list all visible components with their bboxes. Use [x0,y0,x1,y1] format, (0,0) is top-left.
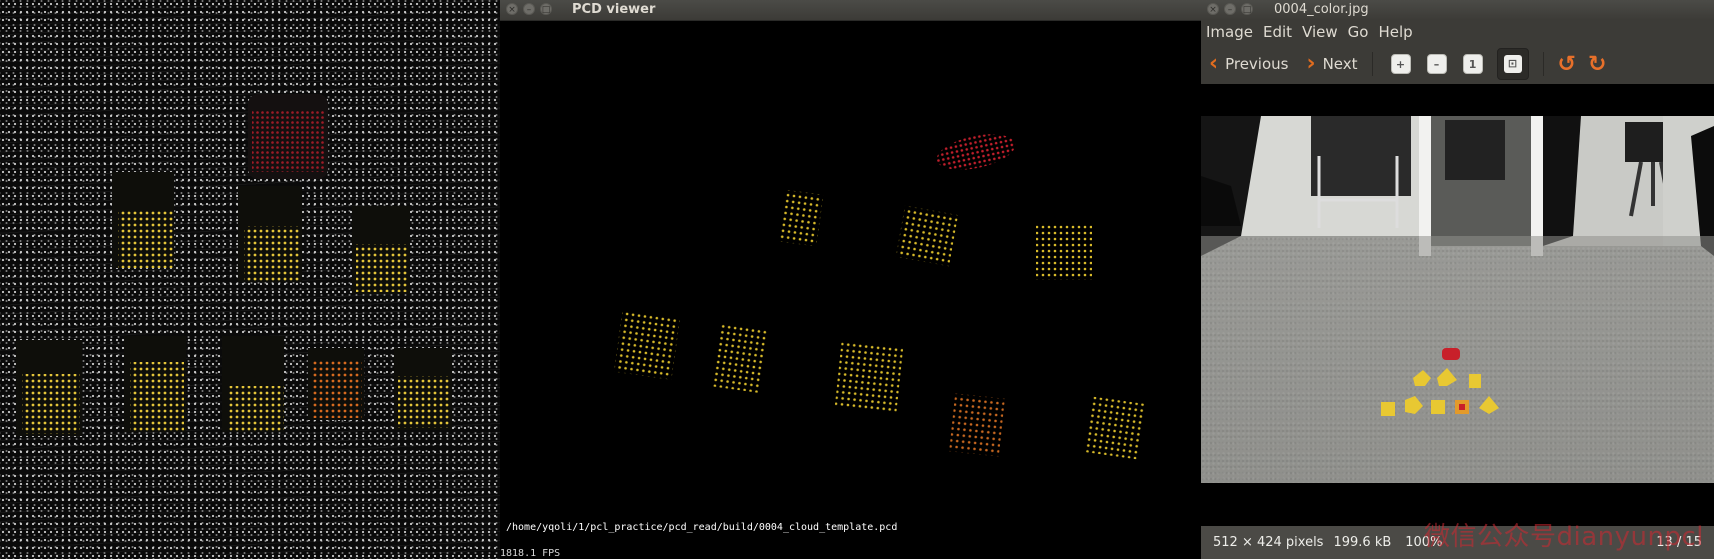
yellow-cluster [1036,224,1092,280]
chevron-left-icon: ‹ [1209,51,1219,76]
image-display-area[interactable] [1201,84,1714,526]
yellow-cluster [1084,396,1146,460]
close-icon[interactable]: × [506,3,518,15]
image-viewer-window: × – □ 0004_color.jpg Image Edit View Go … [1201,0,1714,559]
rotate-left-icon[interactable]: ↺ [1558,52,1576,77]
chevron-right-icon: › [1306,51,1316,76]
left-point-cloud-view[interactable] [0,0,500,559]
next-button[interactable]: › Next [1306,51,1358,76]
pcd-viewer-titlebar: × – □ PCD viewer [500,0,1201,21]
displayed-photo [1201,116,1714,483]
pcd-segmented-clusters [613,134,1146,460]
close-icon[interactable]: × [1207,3,1219,15]
menu-bar: Image Edit View Go Help [1201,20,1714,44]
yellow-object [1431,400,1445,414]
zoom-in-icon[interactable]: + [1390,54,1411,74]
pcd-viewer-title: PCD viewer [572,2,656,17]
red-object [1442,348,1460,360]
pcd-file-path: /home/yqoli/1/pcl_practice/pcd_read/buil… [506,522,898,533]
image-viewer-title: 0004_color.jpg [1274,2,1369,17]
menu-image[interactable]: Image [1201,23,1258,41]
image-viewer-titlebar: × – □ 0004_color.jpg [1201,0,1714,21]
previous-button[interactable]: ‹ Previous [1209,51,1289,76]
yellow-cluster [778,189,824,247]
watermark: 微信公众号dianyunpcl [1423,522,1704,552]
photo-scene [1201,116,1714,483]
previous-label: Previous [1225,55,1289,73]
best-fit-glyph: ⊡ [1503,55,1522,73]
minimize-icon[interactable]: – [523,3,535,15]
image-dimensions: 512 × 424 pixels [1213,535,1324,550]
yellow-cluster [711,322,769,394]
rotate-right-icon[interactable]: ↻ [1588,52,1606,77]
red-cluster [936,134,1016,170]
normal-size-icon[interactable]: 1 [1462,54,1483,74]
zoom-out-icon[interactable]: – [1426,54,1447,74]
yellow-object [1469,374,1481,388]
toolbar-separator [1371,52,1373,76]
minimize-icon[interactable]: – [1224,3,1236,15]
next-label: Next [1322,55,1358,73]
fps-counter: 1818.1 FPS [500,548,561,559]
orange-cluster [949,393,1005,457]
yellow-cluster [834,340,904,414]
menu-go[interactable]: Go [1343,23,1374,41]
maximize-icon[interactable]: □ [1241,3,1253,15]
best-fit-icon[interactable]: ⊡ [1496,48,1529,80]
left-cloud-objects [16,94,452,436]
yellow-cluster [613,310,681,380]
yellow-cluster [895,205,959,267]
menu-view[interactable]: View [1297,23,1343,41]
pcd-render-canvas[interactable] [500,20,1201,559]
menu-edit[interactable]: Edit [1258,23,1297,41]
yellow-object [1381,402,1395,416]
menu-help[interactable]: Help [1373,23,1417,41]
toolbar-separator [1542,52,1544,76]
maximize-icon[interactable]: □ [540,3,552,15]
toolbar: ‹ Previous › Next + – 1 ⊡ ↺ ↻ [1201,44,1714,84]
file-size: 199.6 kB [1333,535,1392,550]
pcd-viewer-window: × – □ PCD viewer /home/yqoli/1/pcl_pract… [500,0,1201,559]
